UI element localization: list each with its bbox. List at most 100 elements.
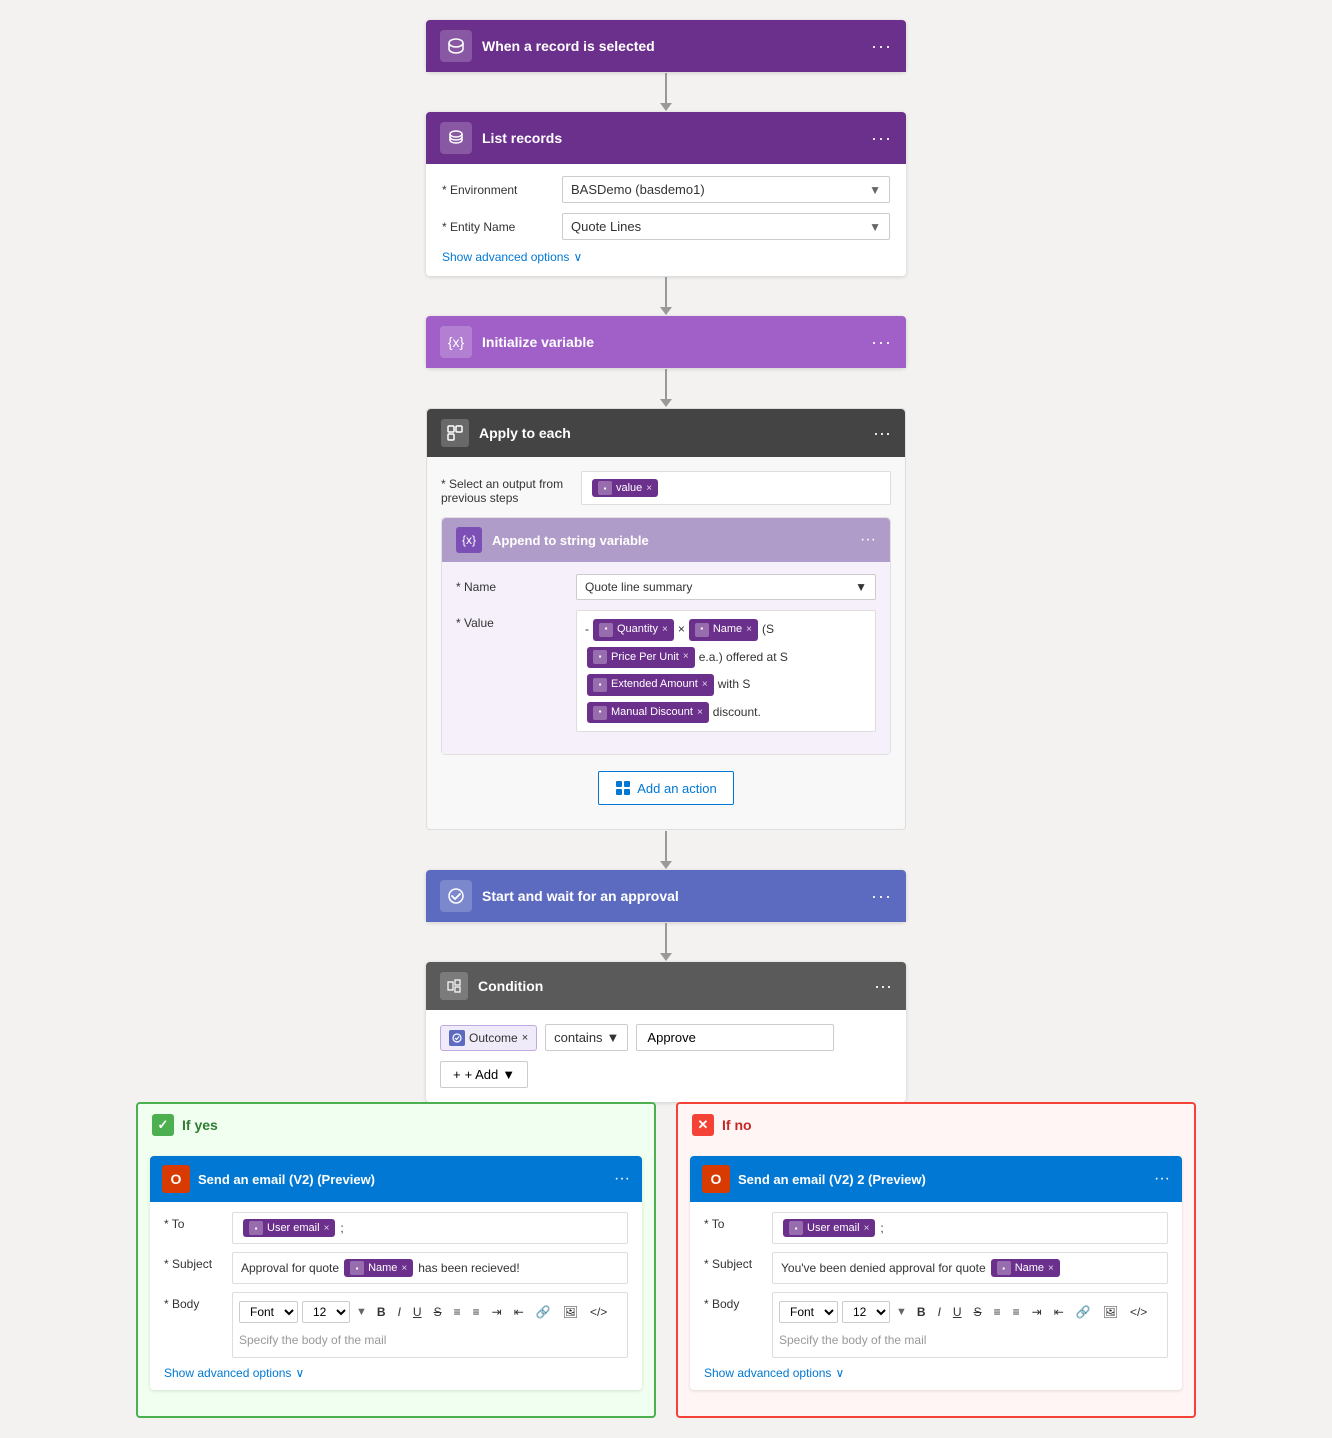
email-no-menu[interactable]: ··· [1154, 1170, 1170, 1188]
step5-menu[interactable]: ··· [871, 886, 892, 907]
name-yes-token: ▪ Name × [344, 1259, 413, 1277]
ul-yes-btn[interactable]: ≡ [450, 1303, 465, 1321]
add-action-icon [615, 780, 631, 796]
ea-icon: ▪ [593, 678, 607, 692]
quantity-token: ▪ Quantity × [593, 619, 674, 641]
name-token: ▪ Name × [689, 619, 758, 641]
outdent-no-btn[interactable]: ⇤ [1050, 1303, 1068, 1321]
link-yes-btn[interactable]: 🔗 [532, 1303, 555, 1321]
connector-4 [660, 830, 672, 870]
step3-title: Initialize variable [482, 334, 594, 350]
env-label: * Environment [442, 183, 552, 197]
email-yes-menu[interactable]: ··· [614, 1170, 630, 1188]
entity-dropdown[interactable]: Quote Lines ▼ [562, 213, 890, 240]
step1-card: When a record is selected ··· [426, 20, 906, 72]
no-icon: ✕ [692, 1114, 714, 1136]
ppu-remove[interactable]: × [683, 649, 689, 665]
inner-icon: {x} [456, 527, 482, 553]
env-dropdown[interactable]: BASDemo (basdemo1) ▼ [562, 176, 890, 203]
select-output-area[interactable]: ▪ value × [581, 471, 891, 505]
bold-yes-btn[interactable]: B [373, 1303, 390, 1321]
ue-yes-icon: ▪ [249, 1221, 263, 1235]
subject-yes-label: * Subject [164, 1252, 224, 1271]
step2-menu[interactable]: ··· [871, 128, 892, 149]
email-yes-card: O Send an email (V2) (Preview) ··· * To … [150, 1156, 642, 1390]
size-yes-select[interactable]: 12 [302, 1301, 350, 1323]
condition-add-button[interactable]: + + Add ▼ [440, 1061, 528, 1088]
ol-yes-btn[interactable]: ≡ [469, 1303, 484, 1321]
subject-no-field[interactable]: You've been denied approval for quote ▪ … [772, 1252, 1168, 1284]
ue-yes-remove[interactable]: × [324, 1223, 330, 1234]
to-yes-field[interactable]: ▪ User email × ; [232, 1212, 628, 1244]
strikethrough-no-btn[interactable]: S [970, 1303, 986, 1321]
body-no-placeholder[interactable]: Specify the body of the mail [779, 1327, 1161, 1353]
manual-discount-token: ▪ Manual Discount × [587, 702, 709, 724]
step5-card: Start and wait for an approval ··· [426, 870, 906, 922]
step6-menu[interactable]: ··· [874, 976, 892, 997]
body-yes-placeholder[interactable]: Specify the body of the mail [239, 1327, 621, 1353]
name-yes-remove[interactable]: × [401, 1263, 407, 1274]
size-no-select[interactable]: 12 [842, 1301, 890, 1323]
italic-no-btn[interactable]: I [934, 1303, 945, 1321]
condition-value-input[interactable] [636, 1024, 834, 1051]
value-inline-area[interactable]: - ▪ Quantity × × ▪ Name × [576, 610, 876, 732]
name-label: * Name [456, 580, 566, 594]
step3-menu[interactable]: ··· [871, 332, 892, 353]
add-action-button[interactable]: Add an action [598, 771, 734, 805]
connector-1 [660, 72, 672, 112]
name-no-icon: ▪ [997, 1261, 1011, 1275]
ea-remove[interactable]: × [702, 677, 708, 693]
yes-icon: ✓ [152, 1114, 174, 1136]
outdent-yes-btn[interactable]: ⇤ [510, 1303, 528, 1321]
subject-yes-field[interactable]: Approval for quote ▪ Name × has been rec… [232, 1252, 628, 1284]
quantity-remove[interactable]: × [662, 622, 668, 638]
value-token: ▪ value × [592, 479, 658, 497]
email-yes-title: Send an email (V2) (Preview) [198, 1172, 375, 1187]
indent-yes-btn[interactable]: ⇥ [488, 1303, 506, 1321]
link-no-btn[interactable]: 🔗 [1072, 1303, 1095, 1321]
token-remove[interactable]: × [646, 483, 652, 494]
bold-no-btn[interactable]: B [913, 1303, 930, 1321]
ul-no-btn[interactable]: ≡ [990, 1303, 1005, 1321]
font-no-select[interactable]: Font [779, 1301, 838, 1323]
strikethrough-yes-btn[interactable]: S [430, 1303, 446, 1321]
branch-no-label: If no [722, 1117, 752, 1133]
code-no-btn[interactable]: </> [1126, 1303, 1151, 1321]
quantity-icon: ▪ [599, 623, 613, 637]
md-remove[interactable]: × [697, 705, 703, 721]
image-no-btn[interactable]: 🖼 [1099, 1303, 1122, 1321]
name-token-remove[interactable]: × [746, 622, 752, 638]
underline-no-btn[interactable]: U [949, 1303, 966, 1321]
body-yes-label: * Body [164, 1292, 224, 1311]
no-advanced-link[interactable]: Show advanced options ∨ [704, 1366, 1168, 1380]
indent-no-btn[interactable]: ⇥ [1028, 1303, 1046, 1321]
image-yes-btn[interactable]: 🖼 [559, 1303, 582, 1321]
name-dropdown-arrow: ▼ [855, 580, 867, 594]
step5-title: Start and wait for an approval [482, 888, 679, 904]
ue-no-remove[interactable]: × [864, 1223, 870, 1234]
name-yes-icon: ▪ [350, 1261, 364, 1275]
extended-amount-token: ▪ Extended Amount × [587, 674, 714, 696]
connector-3 [660, 368, 672, 408]
italic-yes-btn[interactable]: I [394, 1303, 405, 1321]
name-dropdown[interactable]: Quote line summary ▼ [576, 574, 876, 600]
entity-label: * Entity Name [442, 220, 552, 234]
ol-no-btn[interactable]: ≡ [1009, 1303, 1024, 1321]
branch-yes: ✓ If yes O Send an email (V2) (Preview) … [136, 1102, 656, 1418]
name-no-remove[interactable]: × [1048, 1263, 1054, 1274]
condition-operator[interactable]: contains ▼ [545, 1024, 628, 1051]
step2-advanced-link[interactable]: Show advanced options ∨ [442, 250, 890, 264]
outcome-remove[interactable]: × [522, 1032, 528, 1044]
env-arrow: ▼ [869, 183, 881, 197]
font-yes-select[interactable]: Font [239, 1301, 298, 1323]
inner-menu[interactable]: ··· [860, 531, 876, 549]
step4-menu[interactable]: ··· [873, 423, 891, 444]
step6-title: Condition [478, 978, 543, 994]
o365-yes-icon: O [162, 1165, 190, 1193]
yes-advanced-link[interactable]: Specify the body of the mail Show advanc… [164, 1366, 628, 1380]
step1-menu[interactable]: ··· [871, 36, 892, 57]
underline-yes-btn[interactable]: U [409, 1303, 426, 1321]
to-no-field[interactable]: ▪ User email × ; [772, 1212, 1168, 1244]
connector-2 [660, 276, 672, 316]
code-yes-btn[interactable]: </> [586, 1303, 611, 1321]
